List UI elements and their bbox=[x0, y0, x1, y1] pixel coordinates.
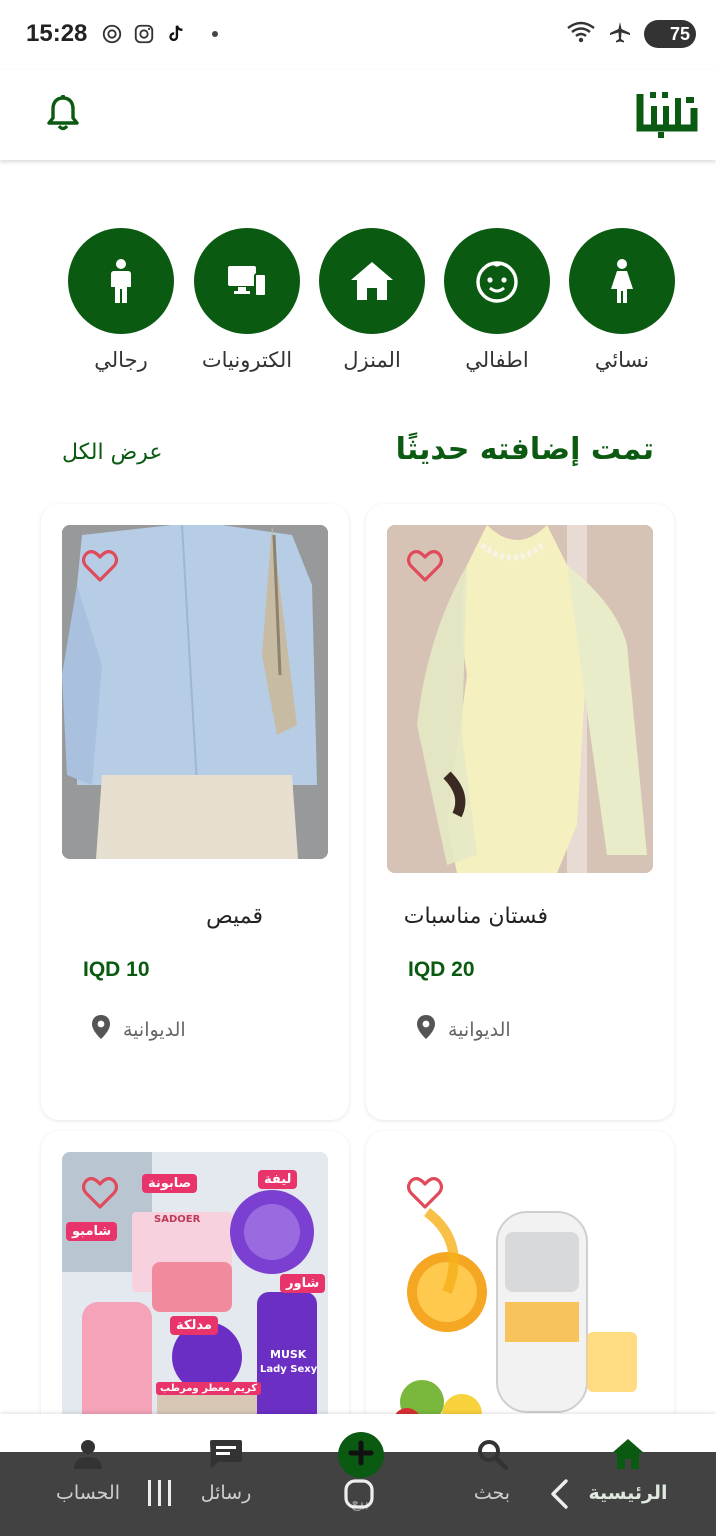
chat-icon bbox=[166, 1436, 286, 1472]
status-time: 15:28 bbox=[26, 20, 88, 47]
location-label: الديوانية bbox=[448, 1018, 511, 1041]
recent-apps-icon[interactable] bbox=[145, 1478, 175, 1512]
nav-messages-label: رسائل bbox=[200, 1482, 252, 1504]
category-label: اطفالي bbox=[465, 348, 529, 372]
status-notification-icons bbox=[100, 22, 218, 46]
recently-added-title: تمت إضافته حديثًا bbox=[395, 432, 654, 467]
image-label-massager: مدلكة bbox=[170, 1316, 218, 1335]
product-title: قميص bbox=[206, 904, 263, 929]
view-all-link[interactable]: عرض الكل bbox=[62, 440, 162, 465]
category-women[interactable]: نسائي bbox=[552, 228, 692, 372]
home-system-icon[interactable] bbox=[343, 1478, 375, 1514]
nav-search-label: بحث bbox=[473, 1482, 511, 1504]
image-label-shampoo: شامبو bbox=[66, 1222, 118, 1241]
house-icon bbox=[319, 228, 425, 334]
instagram-notification-icon bbox=[132, 22, 156, 46]
person-icon bbox=[28, 1436, 148, 1472]
woman-icon bbox=[569, 228, 675, 334]
image-label-soap: صابونة bbox=[142, 1174, 198, 1193]
category-label: رجالي bbox=[94, 348, 148, 372]
category-home[interactable]: المنزل bbox=[302, 228, 442, 372]
chatgpt-notification-icon bbox=[100, 22, 124, 46]
more-notifications-dot bbox=[212, 31, 218, 37]
category-electronics[interactable]: الكترونيات bbox=[177, 228, 317, 372]
nav-messages[interactable]: رسائل bbox=[166, 1436, 286, 1504]
app-header bbox=[0, 70, 716, 160]
product-location: الديوانية bbox=[416, 1014, 511, 1045]
bell-icon[interactable] bbox=[46, 94, 80, 132]
category-kids[interactable]: اطفالي bbox=[427, 228, 567, 372]
image-label-lady-sexy: Lady Sexy bbox=[260, 1364, 318, 1375]
product-card[interactable]: فستان مناسبات IQD 20 الديوانية bbox=[366, 504, 674, 1120]
product-price: IQD 20 bbox=[408, 958, 475, 981]
category-label: نسائي bbox=[594, 348, 650, 372]
location-pin-icon bbox=[416, 1014, 436, 1045]
man-icon bbox=[68, 228, 174, 334]
back-system-icon[interactable] bbox=[548, 1478, 572, 1514]
product-card[interactable] bbox=[366, 1131, 674, 1451]
wifi-icon bbox=[566, 20, 596, 48]
add-icon bbox=[348, 1440, 374, 1470]
favorite-heart-icon[interactable] bbox=[406, 549, 444, 583]
favorite-heart-icon[interactable] bbox=[81, 549, 119, 583]
image-label-shower: شاور bbox=[280, 1274, 326, 1293]
brand-logo[interactable] bbox=[636, 88, 698, 138]
product-card[interactable]: قميص IQD 10 الديوانية bbox=[41, 504, 349, 1120]
favorite-heart-icon[interactable] bbox=[406, 1176, 444, 1210]
tiktok-notification-icon bbox=[164, 22, 188, 46]
product-card[interactable]: صابونة ليفة شامبو شاور مدلكة كريم معطر و… bbox=[41, 1131, 349, 1451]
product-image-dress bbox=[387, 525, 653, 873]
nav-search[interactable]: بحث bbox=[432, 1436, 552, 1504]
nav-account-label: الحساب bbox=[56, 1482, 120, 1504]
location-label: الديوانية bbox=[123, 1018, 186, 1041]
category-list: نسائي اطفالي المنزل الكترونيات رجالي bbox=[0, 228, 716, 388]
baby-face-icon bbox=[444, 228, 550, 334]
search-icon bbox=[432, 1436, 552, 1472]
nav-home-label: الرئيسية bbox=[588, 1482, 668, 1504]
favorite-heart-icon[interactable] bbox=[81, 1176, 119, 1210]
image-label-musk: MUSK bbox=[270, 1348, 307, 1361]
home-icon bbox=[568, 1436, 688, 1472]
battery-indicator: 75 bbox=[644, 20, 696, 48]
add-listing-button[interactable] bbox=[338, 1432, 384, 1478]
product-image-shirt bbox=[62, 525, 328, 859]
airplane-mode-icon bbox=[608, 20, 632, 48]
nav-account[interactable]: الحساب bbox=[28, 1436, 148, 1504]
product-image-beauty-set: صابونة ليفة شامبو شاور مدلكة كريم معطر و… bbox=[62, 1152, 328, 1442]
category-label: الكترونيات bbox=[201, 348, 293, 372]
image-label-sadoer: SADOER bbox=[154, 1214, 201, 1225]
nav-home[interactable]: الرئيسية bbox=[568, 1436, 688, 1504]
product-location: الديوانية bbox=[91, 1014, 186, 1045]
image-label-cream: كريم معطر ومرطب bbox=[156, 1382, 262, 1395]
status-system-icons: 75 bbox=[566, 20, 696, 48]
location-pin-icon bbox=[91, 1014, 111, 1045]
product-image-juicer bbox=[387, 1152, 653, 1442]
category-men[interactable]: رجالي bbox=[51, 228, 191, 372]
image-label-loofah: ليفة bbox=[258, 1170, 298, 1189]
status-bar: 15:28 75 bbox=[0, 0, 716, 70]
product-price: IQD 10 bbox=[83, 958, 150, 981]
product-title: فستان مناسبات bbox=[403, 904, 548, 929]
devices-icon bbox=[194, 228, 300, 334]
category-label: المنزل bbox=[343, 348, 401, 372]
